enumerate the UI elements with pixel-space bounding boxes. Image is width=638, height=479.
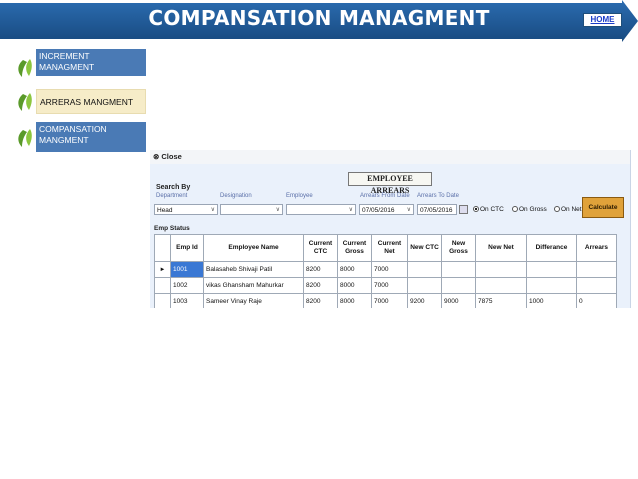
table-cell[interactable]	[475, 277, 527, 294]
table-cell[interactable]: 8200	[303, 293, 338, 308]
column-header[interactable]: New Gross	[441, 234, 476, 262]
table-cell[interactable]: 1003	[170, 293, 204, 308]
page-title: COMPANSATION MANAGMENT	[148, 6, 490, 30]
employee-select[interactable]: ∨	[286, 204, 356, 215]
table-cell[interactable]	[441, 277, 476, 294]
calendar-icon[interactable]	[459, 205, 468, 214]
employee-label: Employee	[286, 193, 313, 199]
leaf-icon	[18, 59, 32, 77]
column-header[interactable]: Emp Id	[170, 234, 204, 262]
chevron-down-icon: ∨	[406, 207, 411, 213]
on-ctc-label: On CTC	[480, 206, 504, 213]
table-header-row: Emp Id Employee Name Current CTC Current…	[154, 234, 617, 262]
table-cell[interactable]: 8000	[337, 261, 372, 278]
header-banner: COMPANSATION MANAGMENT HOME	[0, 0, 638, 46]
designation-select[interactable]: ∨	[220, 204, 283, 215]
column-header[interactable]: Current Net	[371, 234, 408, 262]
column-header[interactable]: Current Gross	[337, 234, 372, 262]
close-icon: ⊗	[153, 152, 160, 161]
table-cell[interactable]	[576, 277, 617, 294]
close-button[interactable]: ⊗ Close	[153, 152, 182, 161]
window-toolbar: ⊗ Close	[150, 150, 630, 164]
from-date-picker[interactable]: 07/05/2016 ∨	[359, 204, 414, 215]
table-cell[interactable]: 9200	[407, 293, 442, 308]
menu-item-increment-managment[interactable]: INCREMENT MANAGMENT	[36, 49, 146, 76]
search-by-label: Search By	[156, 184, 191, 191]
table-cell[interactable]	[475, 261, 527, 278]
employee-arrears-window: ⊗ Close EMPLOYEE ARREARS Search By Depar…	[150, 150, 631, 308]
department-select[interactable]: Head ∨	[154, 204, 218, 215]
arrears-table: Emp Id Employee Name Current CTC Current…	[154, 234, 617, 308]
on-net-radio[interactable]: On Net	[554, 206, 582, 213]
table-row[interactable]: 1002 vikas Ghansham Mahurkar 8200 8000 7…	[154, 277, 617, 294]
table-cell[interactable]: 8200	[303, 261, 338, 278]
on-net-label: On Net	[561, 206, 582, 213]
table-cell[interactable]	[526, 261, 577, 278]
table-cell[interactable]: 1002	[170, 277, 204, 294]
column-header[interactable]: Arrears	[576, 234, 617, 262]
column-header[interactable]: Employee Name	[203, 234, 304, 262]
emp-status-label: Emp Status	[154, 225, 190, 232]
chevron-down-icon: ∨	[348, 207, 353, 213]
table-cell[interactable]: 0	[576, 293, 617, 308]
chevron-down-icon: ∨	[210, 207, 215, 213]
current-row-indicator-icon: ►	[154, 261, 171, 278]
table-cell[interactable]	[441, 261, 476, 278]
leaf-icon	[18, 129, 32, 147]
table-cell[interactable]	[407, 261, 442, 278]
column-header[interactable]: New CTC	[407, 234, 442, 262]
on-gross-radio[interactable]: On Gross	[512, 206, 547, 213]
table-cell[interactable]: 9000	[441, 293, 476, 308]
department-label: Department	[156, 193, 188, 199]
table-cell[interactable]: vikas Ghansham Mahurkar	[203, 277, 304, 294]
table-cell[interactable]: 8200	[303, 277, 338, 294]
from-date-label: Arrears From Date	[360, 193, 410, 199]
to-date-value: 07/05/2016	[420, 207, 453, 214]
radio-selected-icon	[473, 206, 479, 212]
menu-item-arreras-mangment[interactable]: ARRERAS MANGMENT	[36, 89, 146, 114]
table-cell[interactable]	[526, 277, 577, 294]
column-header[interactable]: Current CTC	[303, 234, 338, 262]
row-header	[154, 277, 171, 294]
table-cell[interactable]	[407, 277, 442, 294]
chevron-down-icon: ∨	[275, 207, 280, 213]
table-cell[interactable]: 1001	[170, 261, 204, 278]
table-cell[interactable]: 7000	[371, 277, 408, 294]
table-cell[interactable]: 8000	[337, 293, 372, 308]
column-header[interactable]: New Net	[475, 234, 527, 262]
menu-item-compansation-mangment[interactable]: COMPANSATION MANGMENT	[36, 122, 146, 152]
department-value: Head	[157, 207, 173, 214]
table-row[interactable]: ► 1001 Balasaheb Shivaji Patil 8200 8000…	[154, 261, 617, 278]
calculate-button[interactable]: Calculate	[582, 197, 624, 218]
on-ctc-radio[interactable]: On CTC	[473, 206, 504, 213]
row-header	[154, 293, 171, 308]
leaf-icon	[18, 93, 32, 111]
table-cell[interactable]: 1000	[526, 293, 577, 308]
table-cell[interactable]: 7000	[371, 293, 408, 308]
table-cell[interactable]	[576, 261, 617, 278]
radio-icon	[554, 206, 560, 212]
column-header[interactable]: Differance	[526, 234, 577, 262]
designation-label: Designation	[220, 193, 252, 199]
to-date-picker[interactable]: 07/05/2016	[417, 204, 457, 215]
from-date-value: 07/05/2016	[362, 207, 395, 214]
table-cell[interactable]: Sameer Vinay Raje	[203, 293, 304, 308]
row-header-corner	[154, 234, 171, 262]
table-cell[interactable]: 8000	[337, 277, 372, 294]
to-date-label: Arrears To Date	[417, 193, 459, 199]
table-cell[interactable]: 7875	[475, 293, 527, 308]
home-link[interactable]: HOME	[583, 13, 622, 27]
table-cell[interactable]: 7000	[371, 261, 408, 278]
window-title: EMPLOYEE ARREARS	[348, 172, 432, 195]
close-label: Close	[161, 152, 182, 161]
table-row[interactable]: 1003 Sameer Vinay Raje 8200 8000 7000 92…	[154, 293, 617, 308]
table-cell[interactable]: Balasaheb Shivaji Patil	[203, 261, 304, 278]
radio-icon	[512, 206, 518, 212]
on-gross-label: On Gross	[519, 206, 547, 213]
